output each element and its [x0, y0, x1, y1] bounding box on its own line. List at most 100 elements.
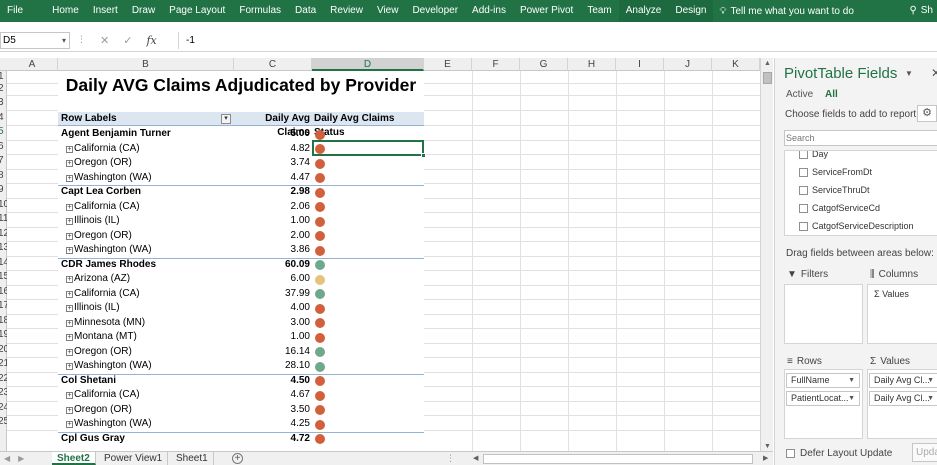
columns-values-chip[interactable]: Σ Values [870, 288, 937, 303]
ribbon-tab-formulas[interactable]: Formulas [232, 0, 288, 22]
ribbon-tab-add-ins[interactable]: Add-ins [465, 0, 513, 22]
row-header-8[interactable]: 8 [0, 169, 7, 184]
chevron-down-icon[interactable]: ▼ [927, 392, 934, 405]
ribbon-tab-insert[interactable]: Insert [86, 0, 125, 22]
daily-avg-claims-value[interactable]: 3.50 [234, 403, 312, 418]
state-row-label[interactable]: + California (CA) [58, 287, 234, 302]
formula-input[interactable]: -1 [178, 32, 758, 49]
row-header-2[interactable]: 2 [0, 83, 7, 95]
state-row-label[interactable]: + California (CA) [58, 388, 234, 403]
ribbon-tab-review[interactable]: Review [323, 0, 370, 22]
row-header-25[interactable]: 25 [0, 415, 7, 430]
filters-area[interactable] [784, 284, 863, 344]
state-row-label[interactable]: + Oregon (OR) [58, 345, 234, 360]
provider-row-label[interactable]: Cpl Gus Gray [58, 432, 234, 447]
daily-avg-claims-value[interactable]: 3.00 [234, 316, 312, 331]
daily-avg-claims-value[interactable]: 2.06 [234, 200, 312, 215]
field-item[interactable]: CatgofServiceDescription [799, 221, 914, 231]
chevron-down-icon[interactable]: ▼ [848, 392, 855, 405]
expand-icon[interactable]: + [66, 392, 73, 399]
check-icon[interactable]: ✓ [123, 34, 132, 47]
daily-avg-claims-value[interactable]: 60.09 [234, 258, 312, 273]
search-input[interactable]: Search [784, 130, 937, 146]
state-row-label[interactable]: + Illinois (IL) [58, 214, 234, 229]
row-header-21[interactable]: 21 [0, 357, 7, 372]
row-header-4[interactable]: 4 [0, 110, 7, 125]
ribbon-tab-analyze[interactable]: Analyze [618, 0, 669, 22]
field-checkbox[interactable] [799, 221, 808, 231]
ribbon-tab-developer[interactable]: Developer [405, 0, 465, 22]
row-header-16[interactable]: 16 [0, 285, 7, 300]
expand-icon[interactable]: + [66, 290, 73, 298]
scrollbar-thumb[interactable] [483, 454, 753, 464]
tab-active[interactable]: Active [786, 89, 813, 100]
tell-me-search[interactable]: 💡︎ Tell me what you want to do [713, 6, 853, 17]
state-row-label[interactable]: + Montana (MT) [58, 330, 234, 345]
tab-all[interactable]: All [825, 89, 838, 100]
gear-icon[interactable]: ⚙ [917, 105, 937, 122]
ribbon-tab-team[interactable]: Team [580, 0, 618, 22]
row-header-6[interactable]: 6 [0, 140, 7, 155]
provider-row-label[interactable]: Col Shetani [58, 374, 234, 389]
ribbon-tab-page-layout[interactable]: Page Layout [162, 0, 232, 22]
field-list[interactable]: Day ServiceFromDt ServiceThruDt CatgofServi… [784, 150, 937, 236]
row-header-18[interactable]: 18 [0, 314, 7, 329]
column-header-h[interactable]: H [568, 58, 616, 71]
column-header-i[interactable]: I [616, 58, 664, 71]
expand-icon[interactable]: + [66, 276, 73, 283]
values-chip-daily-avg-2[interactable]: Daily Avg Cl... ▼ [869, 391, 937, 406]
daily-avg-claims-value[interactable]: 6.00 [234, 272, 312, 287]
expand-icon[interactable]: + [66, 145, 73, 153]
name-box[interactable]: D5 ▾ [0, 32, 70, 49]
state-row-label[interactable]: + Minnesota (MN) [58, 316, 234, 331]
chevron-down-icon[interactable]: ▼ [927, 374, 934, 387]
row-header-19[interactable]: 19 [0, 328, 7, 343]
defer-checkbox[interactable] [786, 449, 795, 458]
horizontal-scrollbar[interactable]: ◀ ▶ [471, 453, 773, 465]
row-header-17[interactable]: 17 [0, 299, 7, 314]
chevron-down-icon[interactable]: ▼ [848, 374, 855, 387]
expand-icon[interactable]: + [66, 232, 73, 240]
field-checkbox[interactable] [799, 151, 808, 159]
column-header-g[interactable]: G [520, 58, 568, 71]
scroll-left-icon[interactable]: ◀ [473, 453, 478, 465]
vertical-scrollbar[interactable]: ▲ ▼ [760, 58, 773, 453]
expand-icon[interactable]: + [66, 363, 73, 370]
daily-avg-claims-value[interactable]: 4.25 [234, 417, 312, 432]
state-row-label[interactable]: + Washington (WA) [58, 171, 234, 186]
state-row-label[interactable]: + Washington (WA) [58, 359, 234, 374]
daily-avg-claims-value[interactable]: 1.00 [234, 330, 312, 345]
provider-row-label[interactable]: Capt Lea Corben [58, 185, 234, 200]
state-row-label[interactable]: + Oregon (OR) [58, 156, 234, 171]
row-header-1[interactable]: 1 [0, 71, 7, 83]
state-row-label[interactable]: + Oregon (OR) [58, 403, 234, 418]
daily-avg-claims-value[interactable]: 2.98 [234, 185, 312, 200]
row-header-9[interactable]: 9 [0, 183, 7, 198]
expand-icon[interactable]: + [66, 174, 73, 182]
scroll-up-icon[interactable]: ▲ [761, 58, 774, 70]
state-row-label[interactable]: + Illinois (IL) [58, 301, 234, 316]
daily-avg-claims-value[interactable]: 1.00 [234, 214, 312, 229]
state-row-label[interactable]: + Washington (WA) [58, 417, 234, 432]
row-header-7[interactable]: 7 [0, 154, 7, 169]
state-row-label[interactable]: + California (CA) [58, 200, 234, 215]
function-icon[interactable]: fx [146, 34, 156, 47]
daily-avg-claims-value[interactable]: 16.14 [234, 345, 312, 360]
field-checkbox[interactable] [799, 185, 808, 195]
ribbon-tab-power-pivot[interactable]: Power Pivot [513, 0, 580, 22]
values-chip-daily-avg-1[interactable]: Daily Avg Cl... ▼ [869, 373, 937, 388]
daily-avg-claims-value[interactable]: 28.10 [234, 359, 312, 374]
row-header-24[interactable]: 24 [0, 401, 7, 416]
daily-avg-claims-value[interactable]: 2.00 [234, 229, 312, 244]
daily-avg-claims-value[interactable]: 37.99 [234, 287, 312, 302]
column-header-a[interactable]: A [7, 58, 58, 71]
daily-avg-claims-value[interactable]: 3.74 [234, 156, 312, 171]
state-row-label[interactable]: + California (CA) [58, 142, 234, 157]
scrollbar-thumb[interactable] [763, 72, 772, 84]
expand-icon[interactable]: + [66, 218, 73, 225]
state-row-label[interactable]: + Arizona (AZ) [58, 272, 234, 287]
defer-layout-update[interactable]: Defer Layout Update [786, 448, 892, 459]
expand-icon[interactable]: + [66, 160, 73, 167]
expand-icon[interactable]: + [66, 319, 73, 327]
column-header-k[interactable]: K [712, 58, 760, 71]
